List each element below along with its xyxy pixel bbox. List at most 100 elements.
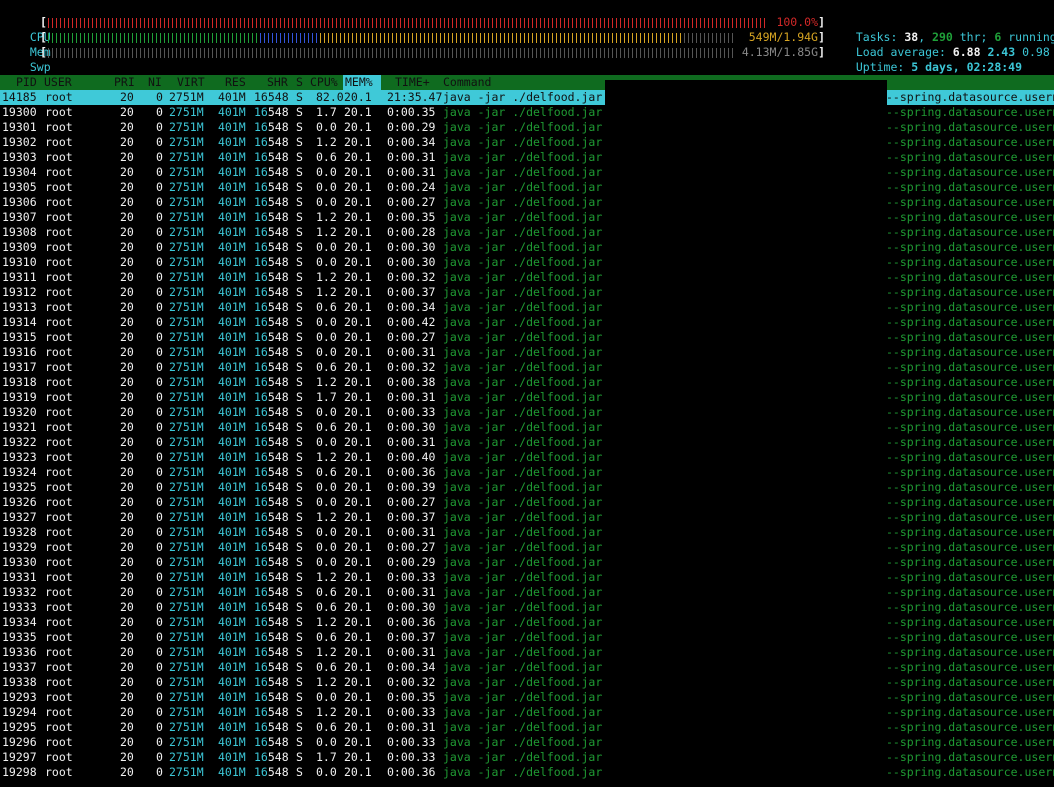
process-row[interactable]: 19307 root 20 0 2751M 401M 16548 S 1.2 20.1 0:00.3… bbox=[0, 210, 1054, 225]
process-row[interactable]: 19337 root 20 0 2751M 401M 16548 S 0.6 20.1 0:00.3… bbox=[0, 660, 1054, 675]
meter-tick bbox=[512, 48, 513, 58]
column-header-command[interactable]: Command bbox=[443, 75, 491, 90]
process-row[interactable]: 19333 root 20 0 2751M 401M 16548 S 0.6 20.1 0:00.3… bbox=[0, 600, 1054, 615]
meter-tick bbox=[716, 18, 717, 28]
process-row[interactable]: 19321 root 20 0 2751M 401M 16548 S 0.6 20.1 0:00.3… bbox=[0, 420, 1054, 435]
process-row[interactable]: 19319 root 20 0 2751M 401M 16548 S 1.7 20.1 0:00.3… bbox=[0, 390, 1054, 405]
process-row[interactable]: 19293 root 20 0 2751M 401M 16548 S 0.0 20.1 0:00.3… bbox=[0, 690, 1054, 705]
process-row[interactable]: 19304 root 20 0 2751M 401M 16548 S 0.0 20.1 0:00.3… bbox=[0, 165, 1054, 180]
process-row[interactable]: 19317 root 20 0 2751M 401M 16548 S 0.6 20.1 0:00.3… bbox=[0, 360, 1054, 375]
meter-tick bbox=[412, 18, 413, 28]
row-command: java -jar ./delfood.jar bbox=[443, 450, 603, 464]
process-row[interactable]: 19338 root 20 0 2751M 401M 16548 S 1.2 20.1 0:00.3… bbox=[0, 675, 1054, 690]
process-row[interactable]: 19330 root 20 0 2751M 401M 16548 S 0.0 20.1 0:00.2… bbox=[0, 555, 1054, 570]
process-row[interactable]: 19306 root 20 0 2751M 401M 16548 S 0.0 20.1 0:00.2… bbox=[0, 195, 1054, 210]
meter-tick bbox=[124, 48, 125, 58]
row-virt: 2751M bbox=[169, 630, 204, 644]
row-state: S bbox=[296, 735, 303, 749]
process-row[interactable]: 19323 root 20 0 2751M 401M 16548 S 1.2 20.1 0:00.4… bbox=[0, 450, 1054, 465]
process-row[interactable]: 19298 root 20 0 2751M 401M 16548 S 0.0 20.1 0:00.3… bbox=[0, 765, 1054, 780]
meter-tick bbox=[264, 33, 265, 43]
row-shr: 16548 bbox=[254, 630, 289, 644]
process-row[interactable]: 14185 root 20 0 2751M 401M 16548 S 82.0 20.1 21:35… bbox=[0, 90, 1054, 105]
column-header-state[interactable]: S bbox=[296, 75, 303, 90]
row-ni: 0 bbox=[156, 390, 163, 404]
process-row[interactable]: 19329 root 20 0 2751M 401M 16548 S 0.0 20.1 0:00.2… bbox=[0, 540, 1054, 555]
row-time: 0:00.31 bbox=[387, 390, 436, 404]
row-time: 0:00.37 bbox=[387, 630, 436, 644]
process-row[interactable]: 19301 root 20 0 2751M 401M 16548 S 0.0 20.1 0:00.2… bbox=[0, 120, 1054, 135]
meter-tick bbox=[700, 18, 701, 28]
column-header-res[interactable]: RES bbox=[225, 75, 246, 90]
column-header-shr[interactable]: SHR bbox=[267, 75, 288, 90]
meter-tick bbox=[196, 48, 197, 58]
process-row[interactable]: 19322 root 20 0 2751M 401M 16548 S 0.0 20.1 0:00.3… bbox=[0, 435, 1054, 450]
column-header-pid[interactable]: PID bbox=[16, 75, 37, 90]
process-row[interactable]: 19294 root 20 0 2751M 401M 16548 S 1.2 20.1 0:00.3… bbox=[0, 705, 1054, 720]
meter-tick bbox=[668, 33, 669, 43]
meter-tick bbox=[616, 33, 617, 43]
process-row[interactable]: 19336 root 20 0 2751M 401M 16548 S 1.2 20.1 0:00.3… bbox=[0, 645, 1054, 660]
meter-tick bbox=[336, 33, 337, 43]
process-row[interactable]: 19315 root 20 0 2751M 401M 16548 S 0.0 20.1 0:00.2… bbox=[0, 330, 1054, 345]
row-state: S bbox=[296, 150, 303, 164]
meter-tick bbox=[224, 18, 225, 28]
row-res: 401M bbox=[218, 165, 246, 179]
row-state: S bbox=[296, 180, 303, 194]
meter-tick bbox=[184, 48, 185, 58]
process-row[interactable]: 19310 root 20 0 2751M 401M 16548 S 0.0 20.1 0:00.3… bbox=[0, 255, 1054, 270]
column-header-time[interactable]: TIME+ bbox=[395, 75, 430, 90]
row-ni: 0 bbox=[156, 495, 163, 509]
process-row[interactable]: 19303 root 20 0 2751M 401M 16548 S 0.6 20.1 0:00.3… bbox=[0, 150, 1054, 165]
process-row[interactable]: 19320 root 20 0 2751M 401M 16548 S 0.0 20.1 0:00.3… bbox=[0, 405, 1054, 420]
process-row[interactable]: 19305 root 20 0 2751M 401M 16548 S 0.0 20.1 0:00.2… bbox=[0, 180, 1054, 195]
row-command: java -jar ./delfood.jar bbox=[443, 225, 603, 239]
process-row[interactable]: 19316 root 20 0 2751M 401M 16548 S 0.0 20.1 0:00.3… bbox=[0, 345, 1054, 360]
row-cpu: 1.2 bbox=[316, 705, 337, 719]
column-header-mem[interactable]: MEM% bbox=[345, 75, 373, 90]
process-row[interactable]: 19295 root 20 0 2751M 401M 16548 S 0.6 20.1 0:00.3… bbox=[0, 720, 1054, 735]
meter-tick bbox=[260, 33, 261, 43]
row-pid: 19318 bbox=[2, 375, 37, 389]
row-virt: 2751M bbox=[169, 480, 204, 494]
meter-tick bbox=[292, 33, 293, 43]
process-row[interactable]: 19332 root 20 0 2751M 401M 16548 S 0.6 20.1 0:00.3… bbox=[0, 585, 1054, 600]
meter-tick bbox=[328, 33, 329, 43]
process-row[interactable]: 19300 root 20 0 2751M 401M 16548 S 1.7 20.1 0:00.3… bbox=[0, 105, 1054, 120]
row-pid: 19319 bbox=[2, 390, 37, 404]
process-row[interactable]: 19312 root 20 0 2751M 401M 16548 S 1.2 20.1 0:00.3… bbox=[0, 285, 1054, 300]
process-row[interactable]: 19309 root 20 0 2751M 401M 16548 S 0.0 20.1 0:00.3… bbox=[0, 240, 1054, 255]
column-header-user[interactable]: USER bbox=[44, 75, 72, 90]
process-row[interactable]: 19296 root 20 0 2751M 401M 16548 S 0.0 20.1 0:00.3… bbox=[0, 735, 1054, 750]
process-row[interactable]: 19335 root 20 0 2751M 401M 16548 S 0.6 20.1 0:00.3… bbox=[0, 630, 1054, 645]
row-shr: 16548 bbox=[254, 600, 289, 614]
row-user: root bbox=[45, 645, 73, 659]
column-header-ni[interactable]: NI bbox=[148, 75, 162, 90]
process-row[interactable]: 19325 root 20 0 2751M 401M 16548 S 0.0 20.1 0:00.3… bbox=[0, 480, 1054, 495]
process-row[interactable]: 19334 root 20 0 2751M 401M 16548 S 1.2 20.1 0:00.3… bbox=[0, 615, 1054, 630]
meter-tick bbox=[516, 48, 517, 58]
column-header-virt[interactable]: VIRT bbox=[177, 75, 205, 90]
process-row[interactable]: 19326 root 20 0 2751M 401M 16548 S 0.0 20.1 0:00.2… bbox=[0, 495, 1054, 510]
column-header-pri[interactable]: PRI bbox=[114, 75, 135, 90]
process-row[interactable]: 19324 root 20 0 2751M 401M 16548 S 0.6 20.1 0:00.3… bbox=[0, 465, 1054, 480]
column-header-cpu[interactable]: CPU% bbox=[310, 75, 338, 90]
row-user: root bbox=[45, 150, 73, 164]
row-virt: 2751M bbox=[169, 540, 204, 554]
process-row[interactable]: 19297 root 20 0 2751M 401M 16548 S 1.7 20.1 0:00.3… bbox=[0, 750, 1054, 765]
process-row[interactable]: 19314 root 20 0 2751M 401M 16548 S 0.0 20.1 0:00.4… bbox=[0, 315, 1054, 330]
process-row[interactable]: 19302 root 20 0 2751M 401M 16548 S 1.2 20.1 0:00.3… bbox=[0, 135, 1054, 150]
process-row[interactable]: 19327 root 20 0 2751M 401M 16548 S 1.2 20.1 0:00.3… bbox=[0, 510, 1054, 525]
meter-tick bbox=[664, 33, 665, 43]
row-time: 0:00.37 bbox=[387, 285, 436, 299]
process-row[interactable]: 19331 root 20 0 2751M 401M 16548 S 1.2 20.1 0:00.3… bbox=[0, 570, 1054, 585]
row-user: root bbox=[45, 735, 73, 749]
process-row[interactable]: 19313 root 20 0 2751M 401M 16548 S 0.6 20.1 0:00.3… bbox=[0, 300, 1054, 315]
process-row[interactable]: 19328 root 20 0 2751M 401M 16548 S 0.0 20.1 0:00.3… bbox=[0, 525, 1054, 540]
row-ni: 0 bbox=[156, 285, 163, 299]
row-virt: 2751M bbox=[169, 615, 204, 629]
process-row[interactable]: 19311 root 20 0 2751M 401M 16548 S 1.2 20.1 0:00.3… bbox=[0, 270, 1054, 285]
process-row[interactable]: 19308 root 20 0 2751M 401M 16548 S 1.2 20.1 0:00.2… bbox=[0, 225, 1054, 240]
process-row[interactable]: 19318 root 20 0 2751M 401M 16548 S 1.2 20.1 0:00.3… bbox=[0, 375, 1054, 390]
meter-tick bbox=[216, 33, 217, 43]
